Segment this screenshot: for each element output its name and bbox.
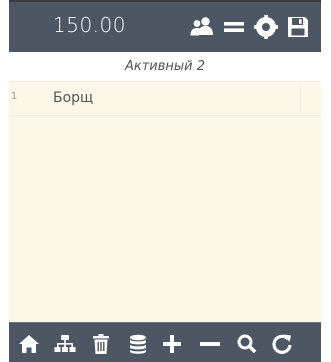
database-icon[interactable] [127, 333, 149, 355]
menu-lines-icon[interactable] [221, 14, 247, 40]
trash-icon[interactable] [90, 333, 112, 355]
order-title: Активный 2 [9, 52, 321, 82]
save-icon[interactable] [285, 14, 311, 40]
app-frame: 150.00 Активный 2 1 Борщ [9, 0, 321, 362]
search-icon[interactable] [236, 333, 258, 355]
minus-icon[interactable] [199, 333, 221, 355]
refresh-icon[interactable] [271, 333, 293, 355]
sitemap-icon[interactable] [54, 333, 76, 355]
plus-icon[interactable] [161, 333, 183, 355]
bottom-toolbar [9, 322, 321, 362]
top-bar: 150.00 [9, 0, 321, 52]
order-items-list: 1 Борщ [9, 82, 321, 322]
list-item[interactable]: 1 Борщ [9, 82, 321, 116]
home-icon[interactable] [18, 333, 40, 355]
settings-icon[interactable] [253, 14, 279, 40]
row-divider [300, 86, 301, 112]
order-total: 150.00 [53, 13, 126, 37]
item-name: Борщ [53, 90, 94, 106]
item-number: 1 [11, 91, 18, 102]
users-icon[interactable] [189, 14, 215, 40]
